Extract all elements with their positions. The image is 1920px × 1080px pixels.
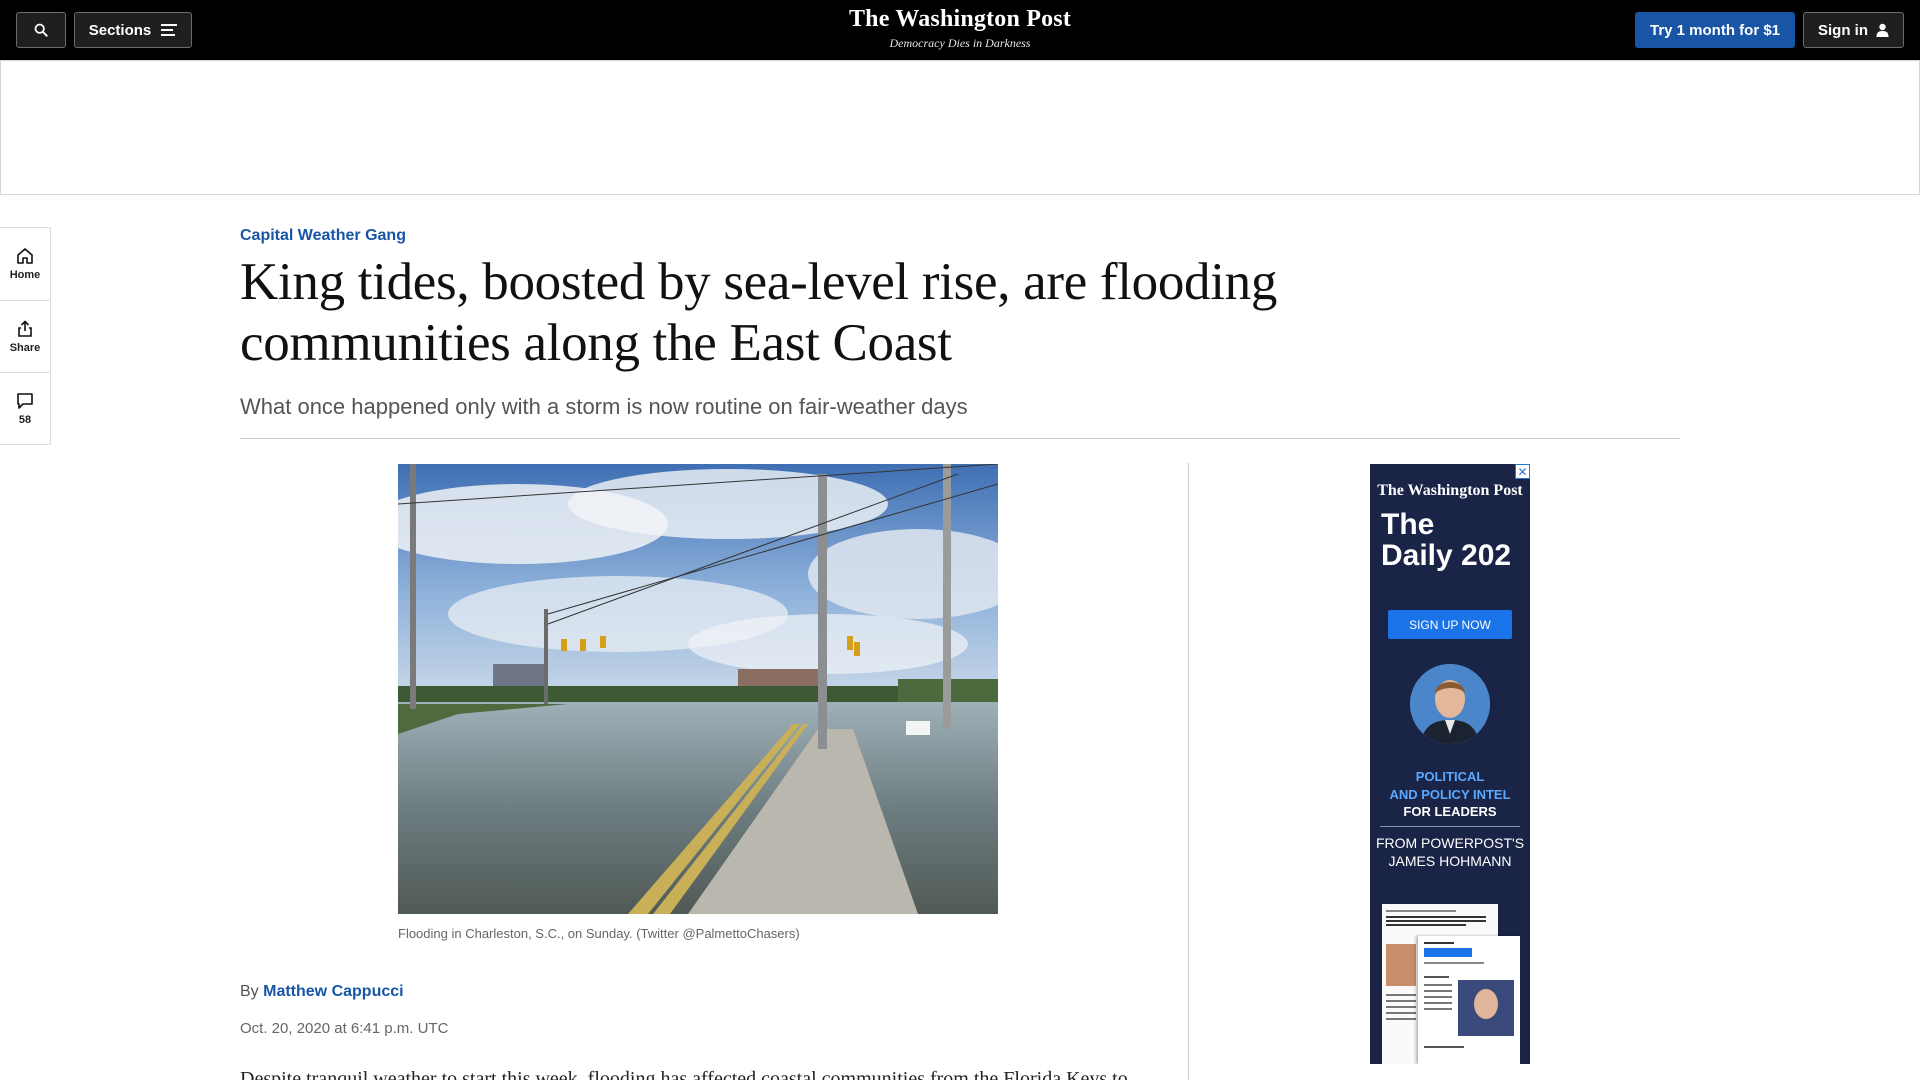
user-icon: [1876, 23, 1889, 37]
rail-home-label: Home: [9, 269, 41, 281]
search-button[interactable]: [16, 12, 66, 48]
rail-share-button[interactable]: Share: [0, 300, 50, 372]
article-photo[interactable]: [398, 464, 998, 914]
byline: By Matthew Cappucci: [240, 983, 404, 1001]
article-body-first-line: Despite tranquil weather to start this w…: [240, 1068, 1128, 1080]
comment-count: 58: [18, 413, 32, 426]
right-ad-daily-202[interactable]: ✕ The Washington Post The Daily 202 SIGN…: [1370, 464, 1530, 1064]
ad-title-line2: Daily 202: [1381, 539, 1512, 572]
ad-logo: The Washington Post: [1377, 482, 1523, 499]
ad-title-line1: The: [1381, 508, 1435, 541]
sections-label: Sections: [88, 21, 152, 39]
share-icon: [18, 319, 32, 337]
ad-from-line1: FROM POWERPOST'S: [1375, 835, 1525, 851]
search-icon: [34, 23, 48, 37]
ad-from-line2: JAMES HOHMANN: [1388, 853, 1512, 869]
subscribe-label: Try 1 month for $1: [1649, 21, 1781, 39]
ad-divider: [1380, 826, 1520, 827]
comment-icon: [17, 392, 33, 409]
sign-in-button[interactable]: Sign in: [1803, 12, 1904, 48]
photo-caption: Flooding in Charleston, S.C., on Sunday.…: [398, 926, 800, 941]
article-headline: King tides, boosted by sea-level rise, a…: [240, 253, 1278, 372]
column-divider: [1188, 463, 1189, 1080]
sections-button[interactable]: Sections: [74, 12, 192, 48]
article-subheadline: What once happened only with a storm is …: [240, 394, 968, 419]
ad-signup-button[interactable]: SIGN UP NOW: [1388, 610, 1512, 639]
home-icon: [17, 248, 33, 264]
publish-date: Oct. 20, 2020 at 6:41 p.m. UTC: [240, 1020, 449, 1037]
ad-tag-line2: AND POLICY INTEL: [1389, 787, 1511, 802]
menu-icon: [161, 24, 178, 36]
ad-title: The Daily 202: [1381, 509, 1511, 571]
ad-close-icon[interactable]: ✕: [1515, 464, 1530, 479]
author-link[interactable]: Matthew Cappucci: [263, 983, 403, 1000]
ad-tag-line3: FOR LEADERS: [1403, 804, 1497, 819]
masthead[interactable]: The Washington Post Democracy Dies in Da…: [810, 6, 1110, 51]
rail-home-button[interactable]: Home: [0, 228, 50, 300]
header-divider: [240, 438, 1680, 439]
flooded-street-image: [398, 464, 998, 914]
site-tagline: Democracy Dies in Darkness: [889, 36, 1031, 50]
site-logo[interactable]: The Washington Post: [810, 6, 1110, 33]
ad-newsletter-preview-front: [1418, 936, 1520, 1064]
rail-comments-button[interactable]: 58: [0, 372, 50, 444]
left-share-rail: Home Share 58: [0, 227, 51, 445]
ad-portrait-avatar: [1410, 664, 1490, 744]
rail-share-label: Share: [9, 341, 41, 354]
top-navigation-bar: Sections The Washington Post Democracy D…: [0, 0, 1920, 60]
subscribe-button[interactable]: Try 1 month for $1: [1635, 12, 1795, 48]
ad-author-credit: FROM POWERPOST'S JAMES HOHMANN: [1370, 834, 1530, 870]
ad-tagline-highlight: POLITICAL AND POLICY INTEL: [1370, 768, 1530, 804]
sign-in-label: Sign in: [1818, 21, 1868, 39]
section-kicker[interactable]: Capital Weather Gang: [240, 227, 406, 245]
byline-prefix: By: [240, 983, 259, 1000]
top-ad-slot: [0, 60, 1920, 195]
ad-tag-line1: POLITICAL: [1415, 769, 1485, 784]
